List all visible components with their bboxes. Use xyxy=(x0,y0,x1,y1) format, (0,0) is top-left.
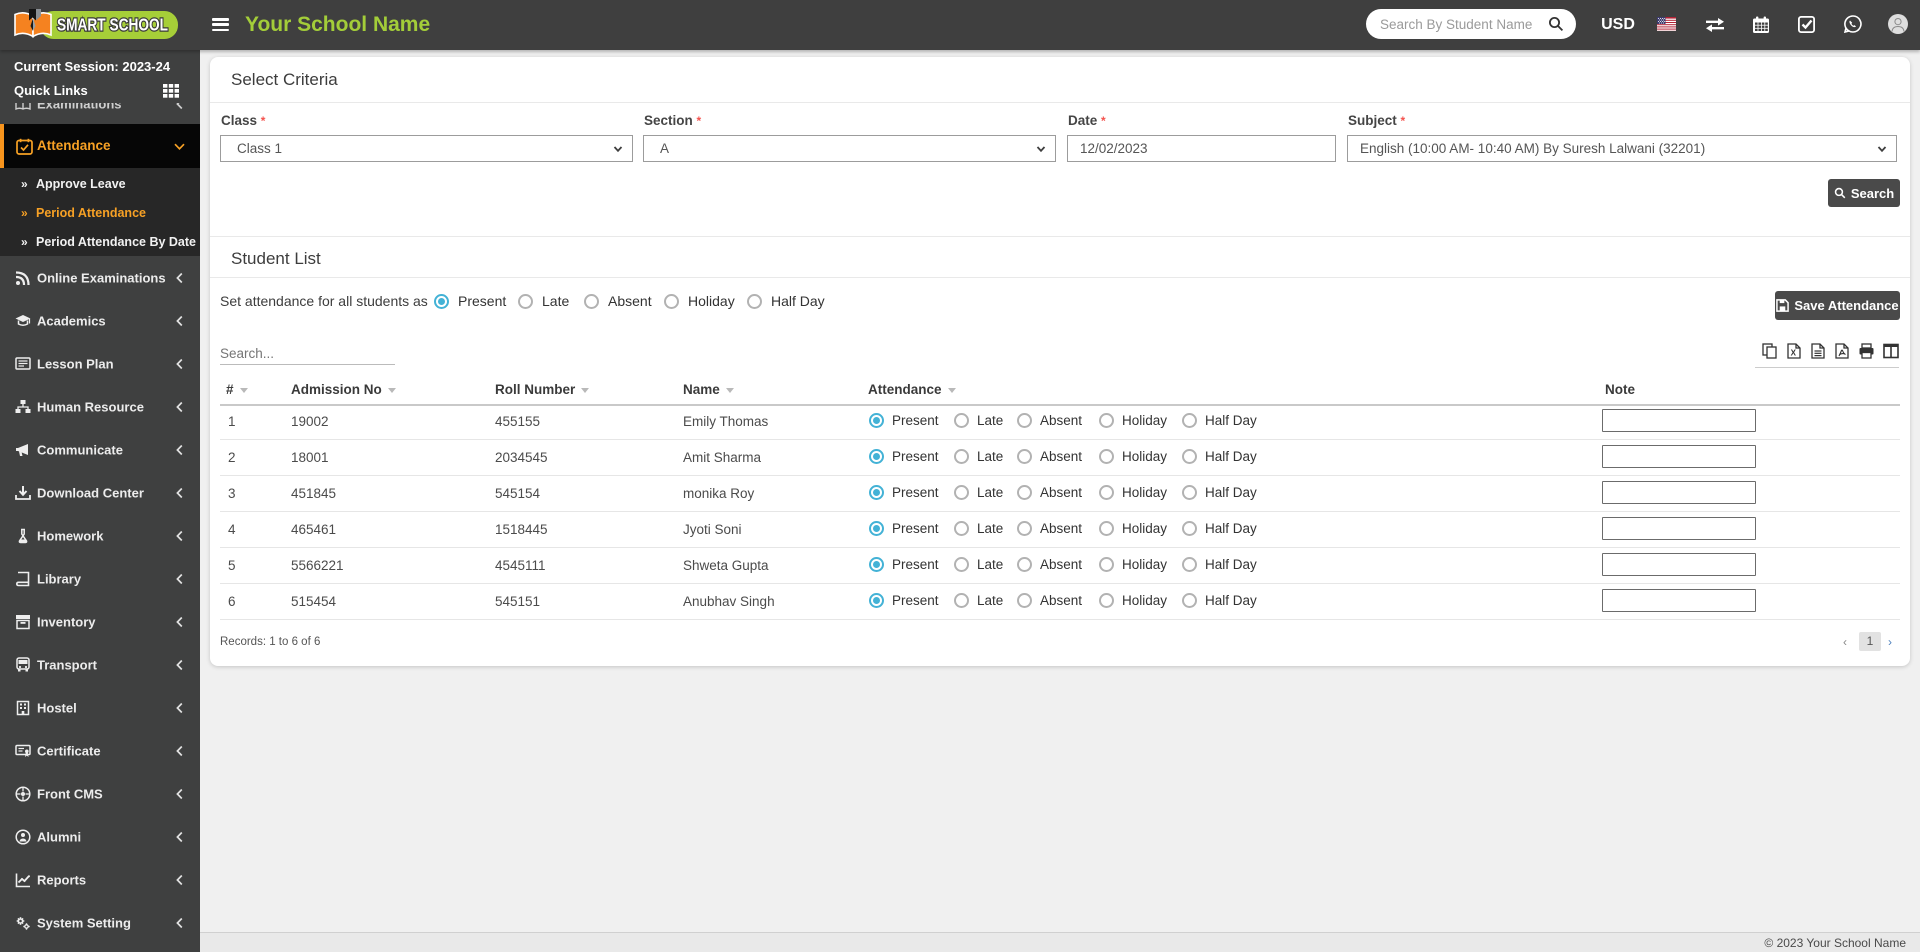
svg-text:SMART SCHOOL: SMART SCHOOL xyxy=(57,15,168,35)
svg-text:X: X xyxy=(1791,349,1797,358)
